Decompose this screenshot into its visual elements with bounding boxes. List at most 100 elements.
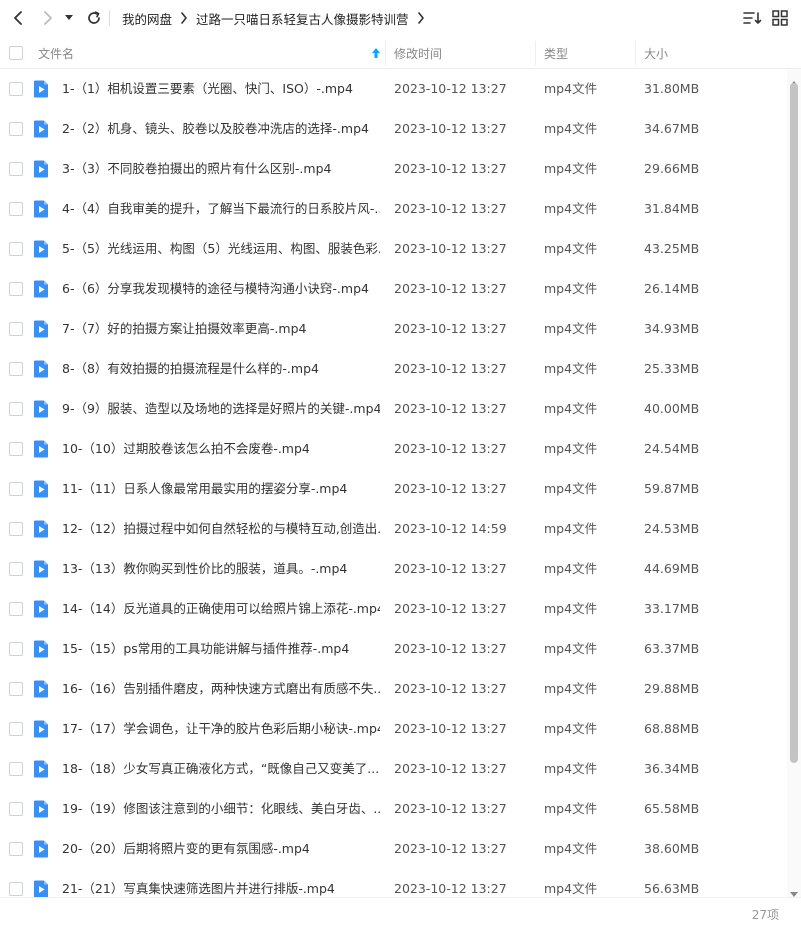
row-checkbox[interactable] [9,322,23,336]
row-checkbox[interactable] [9,522,23,536]
file-row[interactable]: 1-（1）相机设置三要素（光圈、快门、ISO）-.mp4 2023-10-12 1… [0,69,787,109]
file-row[interactable]: 11-（11）日系人像最常用最实用的摆姿分享-.mp4 2023-10-12 13… [0,469,787,509]
video-file-icon [34,280,48,298]
row-checkbox[interactable] [9,722,23,736]
file-name[interactable]: 14-（14）反光道具的正确使用可以给照片锦上添花-.mp4 [62,589,380,629]
column-header-mtime[interactable]: 修改时间 [394,37,442,69]
file-row[interactable]: 10-（10）过期胶卷该怎么拍不会废卷-.mp4 2023-10-12 13:27… [0,429,787,469]
file-row[interactable]: 13-（13）教你购买到性价比的服装，道具。-.mp4 2023-10-12 13… [0,549,787,589]
row-checkbox[interactable] [9,562,23,576]
file-name[interactable]: 7-（7）好的拍摄方案让拍摄效率更高-.mp4 [62,309,380,349]
grid-view-button[interactable] [768,6,792,30]
file-name[interactable]: 9-（9）服装、造型以及场地的选择是好照片的关键-.mp4 [62,389,380,429]
column-divider[interactable] [635,41,636,65]
scrollbar-thumb[interactable] [790,83,798,763]
file-row[interactable]: 19-（19）修图该注意到的小细节：化眼线、美白牙齿、... 2023-10-12… [0,789,787,829]
file-name[interactable]: 12-（12）拍摄过程中如何自然轻松的与模特互动,创造出... [62,509,380,549]
video-file-icon [34,320,48,338]
file-name[interactable]: 8-（8）有效拍摄的拍摄流程是什么样的-.mp4 [62,349,380,389]
video-file-icon [34,680,48,698]
column-divider[interactable] [535,41,536,65]
file-size: 33.17MB [644,601,700,616]
history-dropdown[interactable] [62,10,76,26]
file-mtime: 2023-10-12 13:27 [394,321,507,336]
breadcrumb-current[interactable]: 过路一只喵日系轻复古人像摄影特训营 [196,9,409,28]
column-header-name[interactable]: 文件名 [38,37,74,69]
row-checkbox[interactable] [9,122,23,136]
file-row[interactable]: 20-（20）后期将照片变的更有氛围感-.mp4 2023-10-12 13:27… [0,829,787,869]
file-type: mp4文件 [544,401,598,416]
video-file-icon [34,480,48,498]
file-type: mp4文件 [544,321,598,336]
file-row[interactable]: 3-（3）不同胶卷拍摄出的照片有什么区别-.mp4 2023-10-12 13:2… [0,149,787,189]
file-name[interactable]: 6-（6）分享我发现模特的途径与模特沟通小诀窍-.mp4 [62,269,380,309]
refresh-button[interactable] [80,4,108,32]
file-mtime: 2023-10-12 13:27 [394,281,507,296]
breadcrumb-chevron-icon[interactable] [417,12,425,24]
file-name[interactable]: 15-（15）ps常用的工具功能讲解与插件推荐-.mp4 [62,629,380,669]
select-all-checkbox[interactable] [9,46,23,60]
row-checkbox[interactable] [9,202,23,216]
row-checkbox[interactable] [9,242,23,256]
file-row[interactable]: 14-（14）反光道具的正确使用可以给照片锦上添花-.mp4 2023-10-12… [0,589,787,629]
scrollbar[interactable] [787,69,801,897]
column-divider[interactable] [385,41,386,65]
sort-button[interactable] [740,6,764,30]
file-type: mp4文件 [544,441,598,456]
file-row[interactable]: 9-（9）服装、造型以及场地的选择是好照片的关键-.mp4 2023-10-12 … [0,389,787,429]
forward-button[interactable] [34,4,62,32]
breadcrumb-root[interactable]: 我的网盘 [122,9,172,28]
row-checkbox[interactable] [9,882,23,896]
file-row[interactable]: 16-（16）告别插件磨皮，两种快速方式磨出有质感不失... 2023-10-12… [0,669,787,709]
file-name[interactable]: 11-（11）日系人像最常用最实用的摆姿分享-.mp4 [62,469,380,509]
file-row[interactable]: 12-（12）拍摄过程中如何自然轻松的与模特互动,创造出... 2023-10-1… [0,509,787,549]
file-name[interactable]: 13-（13）教你购买到性价比的服装，道具。-.mp4 [62,549,380,589]
row-checkbox[interactable] [9,802,23,816]
file-row[interactable]: 7-（7）好的拍摄方案让拍摄效率更高-.mp4 2023-10-12 13:27 m… [0,309,787,349]
row-checkbox[interactable] [9,162,23,176]
column-header-size[interactable]: 大小 [644,37,668,69]
video-file-icon [34,360,48,378]
file-name[interactable]: 17-（17）学会调色，让干净的胶片色彩后期小秘诀-.mp4 [62,709,380,749]
file-mtime: 2023-10-12 13:27 [394,481,507,496]
file-name[interactable]: 10-（10）过期胶卷该怎么拍不会废卷-.mp4 [62,429,380,469]
row-checkbox[interactable] [9,602,23,616]
file-name[interactable]: 2-（2）机身、镜头、胶卷以及胶卷冲洗店的选择-.mp4 [62,109,380,149]
file-row[interactable]: 5-（5）光线运用、构图（5）光线运用、构图、服装色彩... 2023-10-12… [0,229,787,269]
file-type: mp4文件 [544,121,598,136]
file-name[interactable]: 18-（18）少女写真正确液化方式，“既像自己又变美了... [62,749,380,789]
row-checkbox[interactable] [9,402,23,416]
file-name[interactable]: 5-（5）光线运用、构图（5）光线运用、构图、服装色彩... [62,229,380,269]
row-checkbox[interactable] [9,442,23,456]
file-type: mp4文件 [544,361,598,376]
row-checkbox[interactable] [9,282,23,296]
file-row[interactable]: 18-（18）少女写真正确液化方式，“既像自己又变美了... 2023-10-12… [0,749,787,789]
video-file-icon [34,200,48,218]
row-checkbox[interactable] [9,682,23,696]
file-row[interactable]: 4-（4）自我审美的提升，了解当下最流行的日系胶片风-.... 2023-10-1… [0,189,787,229]
file-type: mp4文件 [544,601,598,616]
file-row[interactable]: 6-（6）分享我发现模特的途径与模特沟通小诀窍-.mp4 2023-10-12 1… [0,269,787,309]
file-row[interactable]: 17-（17）学会调色，让干净的胶片色彩后期小秘诀-.mp4 2023-10-12… [0,709,787,749]
file-type: mp4文件 [544,561,598,576]
file-name[interactable]: 1-（1）相机设置三要素（光圈、快门、ISO）-.mp4 [62,69,380,109]
file-row[interactable]: 8-（8）有效拍摄的拍摄流程是什么样的-.mp4 2023-10-12 13:27… [0,349,787,389]
row-checkbox[interactable] [9,82,23,96]
file-name[interactable]: 4-（4）自我审美的提升，了解当下最流行的日系胶片风-.... [62,189,380,229]
row-checkbox[interactable] [9,362,23,376]
video-file-icon [34,640,48,658]
row-checkbox[interactable] [9,482,23,496]
back-button[interactable] [4,4,32,32]
row-checkbox[interactable] [9,762,23,776]
file-name[interactable]: 16-（16）告别插件磨皮，两种快速方式磨出有质感不失... [62,669,380,709]
file-name[interactable]: 19-（19）修图该注意到的小细节：化眼线、美白牙齿、... [62,789,380,829]
row-checkbox[interactable] [9,842,23,856]
column-header-type[interactable]: 类型 [544,37,568,69]
sort-ascending-icon[interactable] [370,46,382,60]
file-name[interactable]: 20-（20）后期将照片变的更有氛围感-.mp4 [62,829,380,869]
file-row[interactable]: 15-（15）ps常用的工具功能讲解与插件推荐-.mp4 2023-10-12 1… [0,629,787,669]
file-name[interactable]: 3-（3）不同胶卷拍摄出的照片有什么区别-.mp4 [62,149,380,189]
row-checkbox[interactable] [9,642,23,656]
file-list: 1-（1）相机设置三要素（光圈、快门、ISO）-.mp4 2023-10-12 1… [0,69,787,909]
file-row[interactable]: 2-（2）机身、镜头、胶卷以及胶卷冲洗店的选择-.mp4 2023-10-12 1… [0,109,787,149]
